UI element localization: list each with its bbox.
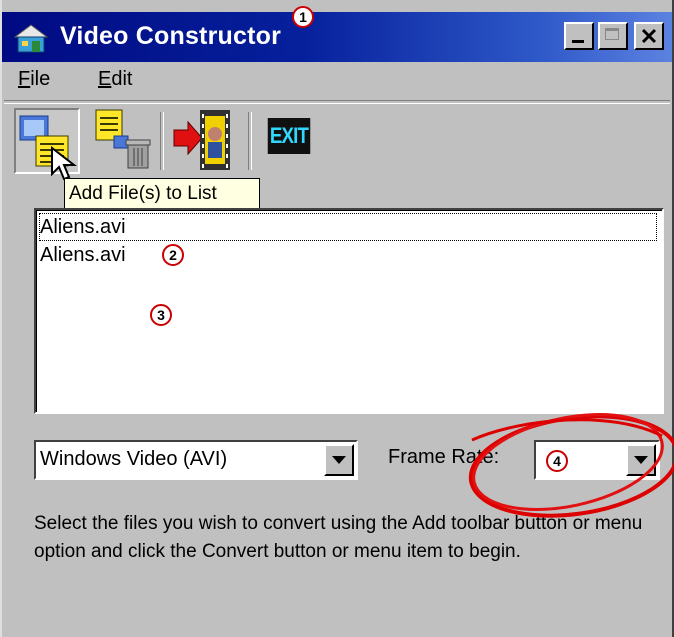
callout-1: 1 — [292, 6, 314, 28]
window-title: Video Constructor — [60, 22, 282, 50]
instructions-text: Select the files you wish to convert usi… — [34, 513, 643, 562]
app-window: Video Constructor 1 File Edit EXIT Add F… — [0, 0, 674, 637]
frame-rate-dropdown-button[interactable] — [626, 444, 656, 476]
maximize-icon — [605, 28, 619, 40]
menu-bar: File Edit — [2, 62, 672, 98]
format-select[interactable]: Windows Video (AVI) — [34, 440, 358, 480]
app-icon — [14, 24, 48, 53]
toolbar-divider — [4, 100, 670, 104]
maximize-button[interactable] — [598, 22, 628, 50]
format-select-value: Windows Video (AVI) — [40, 448, 228, 470]
close-button[interactable] — [634, 22, 664, 50]
toolbar-separator — [160, 112, 164, 170]
callout-3: 3 — [150, 304, 172, 326]
list-item[interactable]: Aliens.avi — [40, 242, 126, 268]
close-icon — [641, 28, 657, 44]
exit-icon: EXIT — [267, 118, 311, 154]
exit-button[interactable]: EXIT — [258, 108, 322, 174]
convert-button[interactable] — [172, 108, 236, 174]
frame-rate-label: Frame Rate: — [388, 446, 500, 468]
menu-edit[interactable]: Edit — [98, 68, 132, 91]
film-convert-icon — [173, 110, 230, 170]
file-list[interactable]: Aliens.avi Aliens.avi — [34, 208, 664, 414]
minimize-button[interactable] — [564, 22, 594, 50]
tooltip: Add File(s) to List — [64, 178, 260, 210]
callout-2: 2 — [162, 244, 184, 266]
callout-4: 4 — [546, 450, 568, 472]
title-bar[interactable]: Video Constructor — [2, 12, 672, 62]
format-dropdown-button[interactable] — [324, 444, 354, 476]
mouse-pointer-icon — [51, 146, 77, 181]
minimize-icon — [572, 40, 584, 43]
toolbar-separator — [248, 112, 252, 170]
list-item[interactable]: Aliens.avi — [39, 213, 657, 241]
remove-files-button[interactable] — [88, 108, 154, 174]
menu-file[interactable]: File — [18, 68, 50, 91]
trash-icon — [95, 109, 151, 169]
